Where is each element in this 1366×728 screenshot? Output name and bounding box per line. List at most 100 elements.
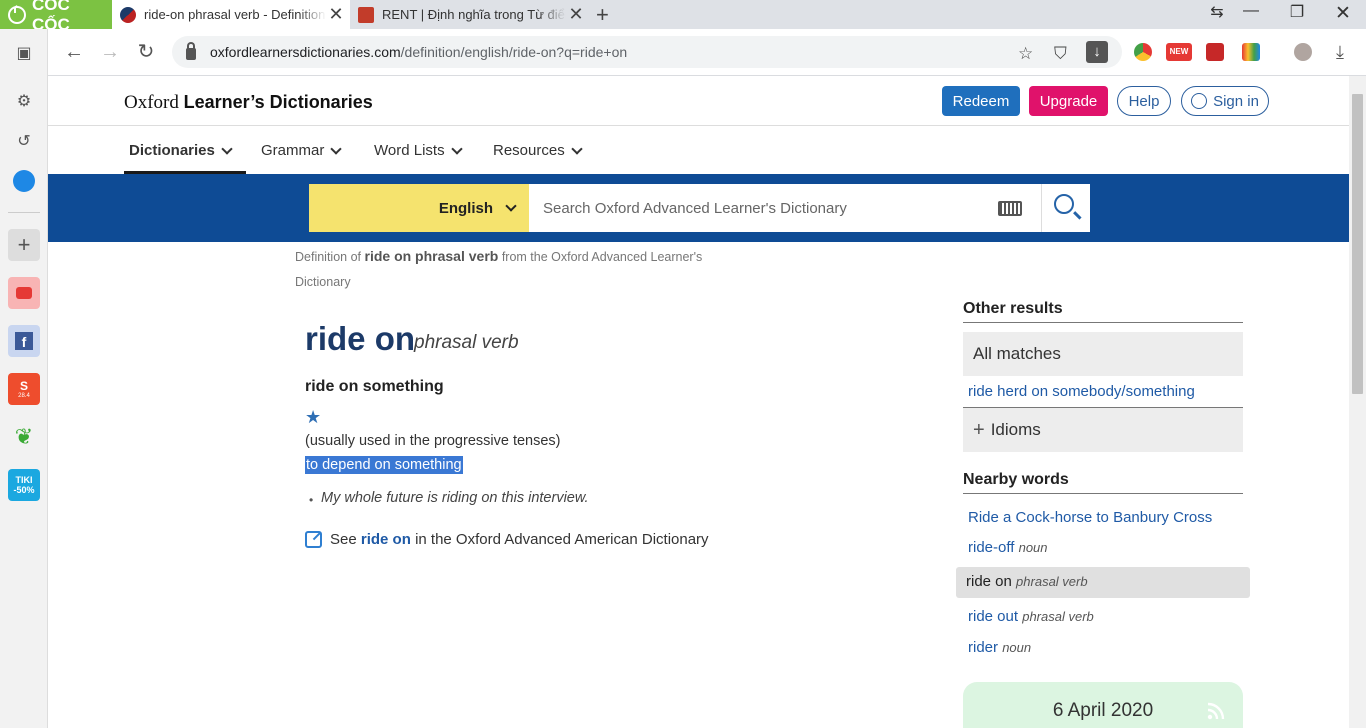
nearby-word-item[interactable]: ride out phrasal verb xyxy=(968,608,1094,625)
search-band: English xyxy=(48,174,1349,242)
sidebar-divider xyxy=(8,212,40,213)
tiki-label: TIKI xyxy=(15,475,33,485)
sign-in-label: Sign in xyxy=(1213,92,1259,110)
page-scrollbar[interactable] xyxy=(1349,76,1366,728)
page-content: Oxford Learner’s Dictionaries Redeem Upg… xyxy=(48,76,1349,728)
colorful-extension-icon[interactable] xyxy=(1242,43,1260,61)
external-link-icon xyxy=(305,531,322,548)
help-button[interactable]: Help xyxy=(1117,86,1171,116)
redeem-button[interactable]: Redeem xyxy=(942,86,1020,116)
nearby-word-item[interactable]: rider noun xyxy=(968,639,1031,656)
site-title-main: Learner’s Dictionaries xyxy=(183,92,373,112)
bookmark-star-icon[interactable]: ☆ xyxy=(1018,44,1033,64)
close-window-button[interactable]: ✕ xyxy=(1328,2,1358,25)
tiki-icon[interactable]: TIKI -50% xyxy=(8,469,40,501)
back-button[interactable]: ← xyxy=(62,40,86,64)
settings-gear-icon[interactable]: ⚙ xyxy=(8,85,40,117)
shopee-logo-icon: S xyxy=(19,379,28,393)
cambridge-favicon xyxy=(358,6,374,23)
sign-in-button[interactable]: Sign in xyxy=(1181,86,1269,116)
other-results-heading: Other results xyxy=(963,300,1243,323)
search-input[interactable] xyxy=(529,184,1041,232)
see-also-link[interactable]: ride on xyxy=(361,531,411,548)
upgrade-button[interactable]: Upgrade xyxy=(1029,86,1108,116)
nav-label: Dictionaries xyxy=(129,142,215,159)
nearby-word: rider xyxy=(968,639,999,656)
chevron-down-icon xyxy=(505,200,517,212)
rss-icon[interactable] xyxy=(1207,702,1225,720)
browser-toolbar: ← → ↻ oxfordlearnersdictionaries.com/def… xyxy=(0,29,1366,76)
definition-of-prefix: Definition of xyxy=(295,250,362,264)
chevron-down-icon xyxy=(571,142,583,155)
see-prefix: See xyxy=(330,531,357,548)
nav-label: Grammar xyxy=(261,142,325,159)
nav-label: Resources xyxy=(493,142,565,159)
nearby-word: ride-off xyxy=(968,539,1015,556)
coccoc-logo[interactable]: CỐC CỐC xyxy=(0,0,112,34)
nav-dictionaries[interactable]: Dictionaries xyxy=(129,142,233,159)
history-icon[interactable]: ↺ xyxy=(8,125,40,157)
search-icon xyxy=(1054,194,1074,214)
chevron-down-icon xyxy=(450,142,463,155)
definition-text: to depend on something xyxy=(305,456,463,474)
grammar-note: (usually used in the progressive tenses) xyxy=(305,433,561,449)
nav-label: Word Lists xyxy=(374,142,445,159)
sync-extension-icon[interactable] xyxy=(1206,43,1224,61)
idioms-label: Idioms xyxy=(990,420,1041,439)
nearby-pos: phrasal verb xyxy=(1022,609,1094,624)
nearby-word-item[interactable]: ride-off noun xyxy=(968,539,1048,556)
nearby-word: Ride a Cock-horse to Banbury Cross xyxy=(968,509,1213,526)
idioms-toggle[interactable]: + Idioms xyxy=(963,408,1243,452)
address-bar[interactable]: oxfordlearnersdictionaries.com/definitio… xyxy=(172,36,1122,68)
part-of-speech: phrasal verb xyxy=(414,332,519,353)
definition-of-word: ride on phrasal verb xyxy=(364,248,499,264)
downloads-icon[interactable]: ⤓ xyxy=(1328,40,1352,64)
new-tab-button[interactable]: + xyxy=(596,2,609,28)
youtube-icon[interactable] xyxy=(8,277,40,309)
reload-button[interactable]: ↻ xyxy=(134,40,158,64)
tab-rent[interactable]: RENT | Định nghĩa trong Từ điển ✕ xyxy=(350,0,590,29)
keyboard-icon[interactable] xyxy=(998,201,1022,216)
nearby-word: ride on xyxy=(966,573,1012,590)
search-button[interactable] xyxy=(1041,184,1090,232)
chevron-down-icon xyxy=(221,142,233,155)
restore-button[interactable]: ❐ xyxy=(1282,2,1312,22)
word-of-the-day-card[interactable]: 6 April 2020 xyxy=(963,682,1243,728)
language-select[interactable]: English xyxy=(309,184,529,232)
see-suffix: in the Oxford Advanced American Dictiona… xyxy=(415,531,709,548)
new-extension-icon[interactable]: NEW xyxy=(1166,43,1192,61)
scrollbar-thumb[interactable] xyxy=(1352,94,1363,394)
see-also-line: See ride on in the Oxford Advanced Ameri… xyxy=(330,531,709,548)
site-title-prefix: Oxford xyxy=(124,92,179,113)
facebook-icon[interactable]: f xyxy=(8,325,40,357)
tab-search-icon[interactable]: ⇆ xyxy=(1202,2,1232,22)
minimize-button[interactable]: — xyxy=(1236,2,1266,20)
close-tab-icon[interactable]: ✕ xyxy=(326,4,346,25)
shield-icon[interactable]: ⛉ xyxy=(1054,44,1067,64)
add-app-icon[interactable]: + xyxy=(8,229,40,261)
forward-button[interactable]: → xyxy=(98,40,122,64)
nearby-pos: noun xyxy=(1002,640,1032,655)
messenger-icon[interactable] xyxy=(8,165,40,197)
lock-icon xyxy=(186,42,196,60)
sidebar-toggle-icon[interactable]: ▣ xyxy=(8,37,40,69)
close-tab-icon[interactable]: ✕ xyxy=(566,4,586,25)
headword: ride on xyxy=(305,320,416,357)
all-matches-link[interactable]: ride herd on somebody/something xyxy=(968,383,1195,400)
site-logo[interactable]: Oxford Learner’s Dictionaries xyxy=(124,92,373,114)
nav-resources[interactable]: Resources xyxy=(493,142,583,159)
shopee-icon[interactable]: S 28.4 xyxy=(8,373,40,405)
browser-sidebar: ▣ ⚙ ↺ + f S 28.4 ❦ TIKI -50% xyxy=(0,29,48,728)
nav-word-lists[interactable]: Word Lists xyxy=(374,142,463,159)
grab-icon[interactable]: ❦ xyxy=(8,421,40,453)
nearby-word-current: ride on phrasal verb xyxy=(966,573,1088,590)
definition-source: Definition of ride on phrasal verb from … xyxy=(295,244,735,295)
all-matches-toggle[interactable]: All matches xyxy=(963,332,1243,376)
shopee-badge: 28.4 xyxy=(18,393,30,399)
nearby-word-item[interactable]: Ride a Cock-horse to Banbury Cross xyxy=(968,509,1212,526)
download-video-icon[interactable]: ↓ xyxy=(1086,41,1108,63)
nav-grammar[interactable]: Grammar xyxy=(261,142,343,159)
chrome-extension-icon[interactable] xyxy=(1134,43,1152,61)
tab-ride-on[interactable]: ride-on phrasal verb - Definition ✕ xyxy=(112,0,350,29)
profile-avatar[interactable] xyxy=(1294,43,1312,61)
